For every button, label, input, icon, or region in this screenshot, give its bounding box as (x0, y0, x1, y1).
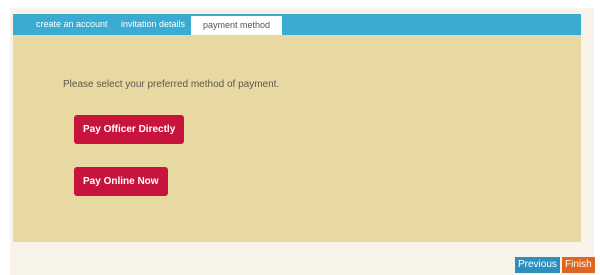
payment-instruction: Please select your preferred method of p… (63, 79, 280, 90)
tab-create-an-account[interactable]: create an account (36, 14, 108, 35)
wizard-tab-bar: create an account invitation details pay… (13, 14, 581, 35)
finish-button[interactable]: Finish (562, 257, 595, 273)
previous-button[interactable]: Previous (515, 257, 560, 273)
pay-officer-directly-button[interactable]: Pay Officer Directly (74, 115, 185, 144)
payment-method-panel: Please select your preferred method of p… (13, 35, 581, 242)
pay-online-now-button[interactable]: Pay Online Now (74, 167, 168, 196)
tab-invitation-details[interactable]: invitation details (121, 14, 185, 35)
tab-payment-method[interactable]: payment method (191, 16, 283, 35)
